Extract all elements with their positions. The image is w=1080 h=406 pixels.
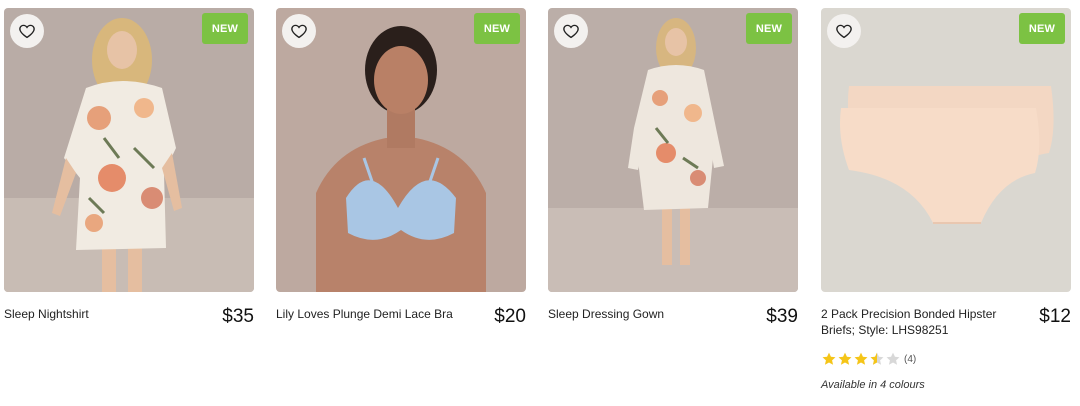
product-info: Sleep Nightshirt $35 bbox=[4, 306, 254, 327]
product-grid: NEW Sleep Nightshirt $35 NEW Lily Loves … bbox=[0, 0, 1080, 406]
product-card[interactable]: NEW Lily Loves Plunge Demi Lace Bra $20 bbox=[276, 8, 526, 327]
product-photo bbox=[276, 8, 526, 292]
wishlist-button[interactable] bbox=[10, 14, 44, 48]
product-photo bbox=[821, 8, 1071, 292]
product-card[interactable]: NEW Sleep Dressing Gown $39 bbox=[548, 8, 798, 327]
product-name[interactable]: Lily Loves Plunge Demi Lace Bra bbox=[276, 306, 453, 322]
wishlist-button[interactable] bbox=[282, 14, 316, 48]
product-image[interactable]: NEW bbox=[4, 8, 254, 292]
product-image[interactable]: NEW bbox=[548, 8, 798, 292]
heart-outline-icon bbox=[563, 24, 579, 39]
product-rating[interactable]: (4) bbox=[821, 351, 1071, 367]
wishlist-button[interactable] bbox=[827, 14, 861, 48]
new-badge: NEW bbox=[202, 13, 248, 44]
product-price: $12 bbox=[1039, 306, 1071, 327]
wishlist-button[interactable] bbox=[554, 14, 588, 48]
star-icon bbox=[822, 352, 836, 365]
star-half-icon bbox=[870, 352, 884, 365]
new-badge: NEW bbox=[1019, 13, 1065, 44]
product-info: Lily Loves Plunge Demi Lace Bra $20 bbox=[276, 306, 526, 327]
rating-stars bbox=[821, 351, 901, 367]
heart-outline-icon bbox=[19, 24, 35, 39]
new-badge: NEW bbox=[746, 13, 792, 44]
product-name[interactable]: Sleep Nightshirt bbox=[4, 306, 89, 322]
star-icon bbox=[838, 352, 852, 365]
rating-count: (4) bbox=[904, 353, 917, 365]
product-photo bbox=[4, 8, 254, 292]
new-badge: NEW bbox=[474, 13, 520, 44]
product-info: Sleep Dressing Gown $39 bbox=[548, 306, 798, 327]
star-empty-icon bbox=[886, 352, 900, 365]
product-image[interactable]: NEW bbox=[276, 8, 526, 292]
product-card[interactable]: NEW Sleep Nightshirt $35 bbox=[4, 8, 254, 327]
product-image[interactable]: NEW bbox=[821, 8, 1071, 292]
heart-outline-icon bbox=[836, 24, 852, 39]
product-photo bbox=[548, 8, 798, 292]
product-card[interactable]: NEW 2 Pack Precision Bonded Hipster Brie… bbox=[821, 8, 1071, 391]
star-icon bbox=[854, 352, 868, 365]
product-info: 2 Pack Precision Bonded Hipster Briefs; … bbox=[821, 306, 1071, 338]
product-name[interactable]: 2 Pack Precision Bonded Hipster Briefs; … bbox=[821, 306, 1031, 338]
product-price: $39 bbox=[766, 306, 798, 327]
product-name[interactable]: Sleep Dressing Gown bbox=[548, 306, 664, 322]
colour-availability: Available in 4 colours bbox=[821, 379, 925, 391]
product-price: $20 bbox=[494, 306, 526, 327]
heart-outline-icon bbox=[291, 24, 307, 39]
product-price: $35 bbox=[222, 306, 254, 327]
